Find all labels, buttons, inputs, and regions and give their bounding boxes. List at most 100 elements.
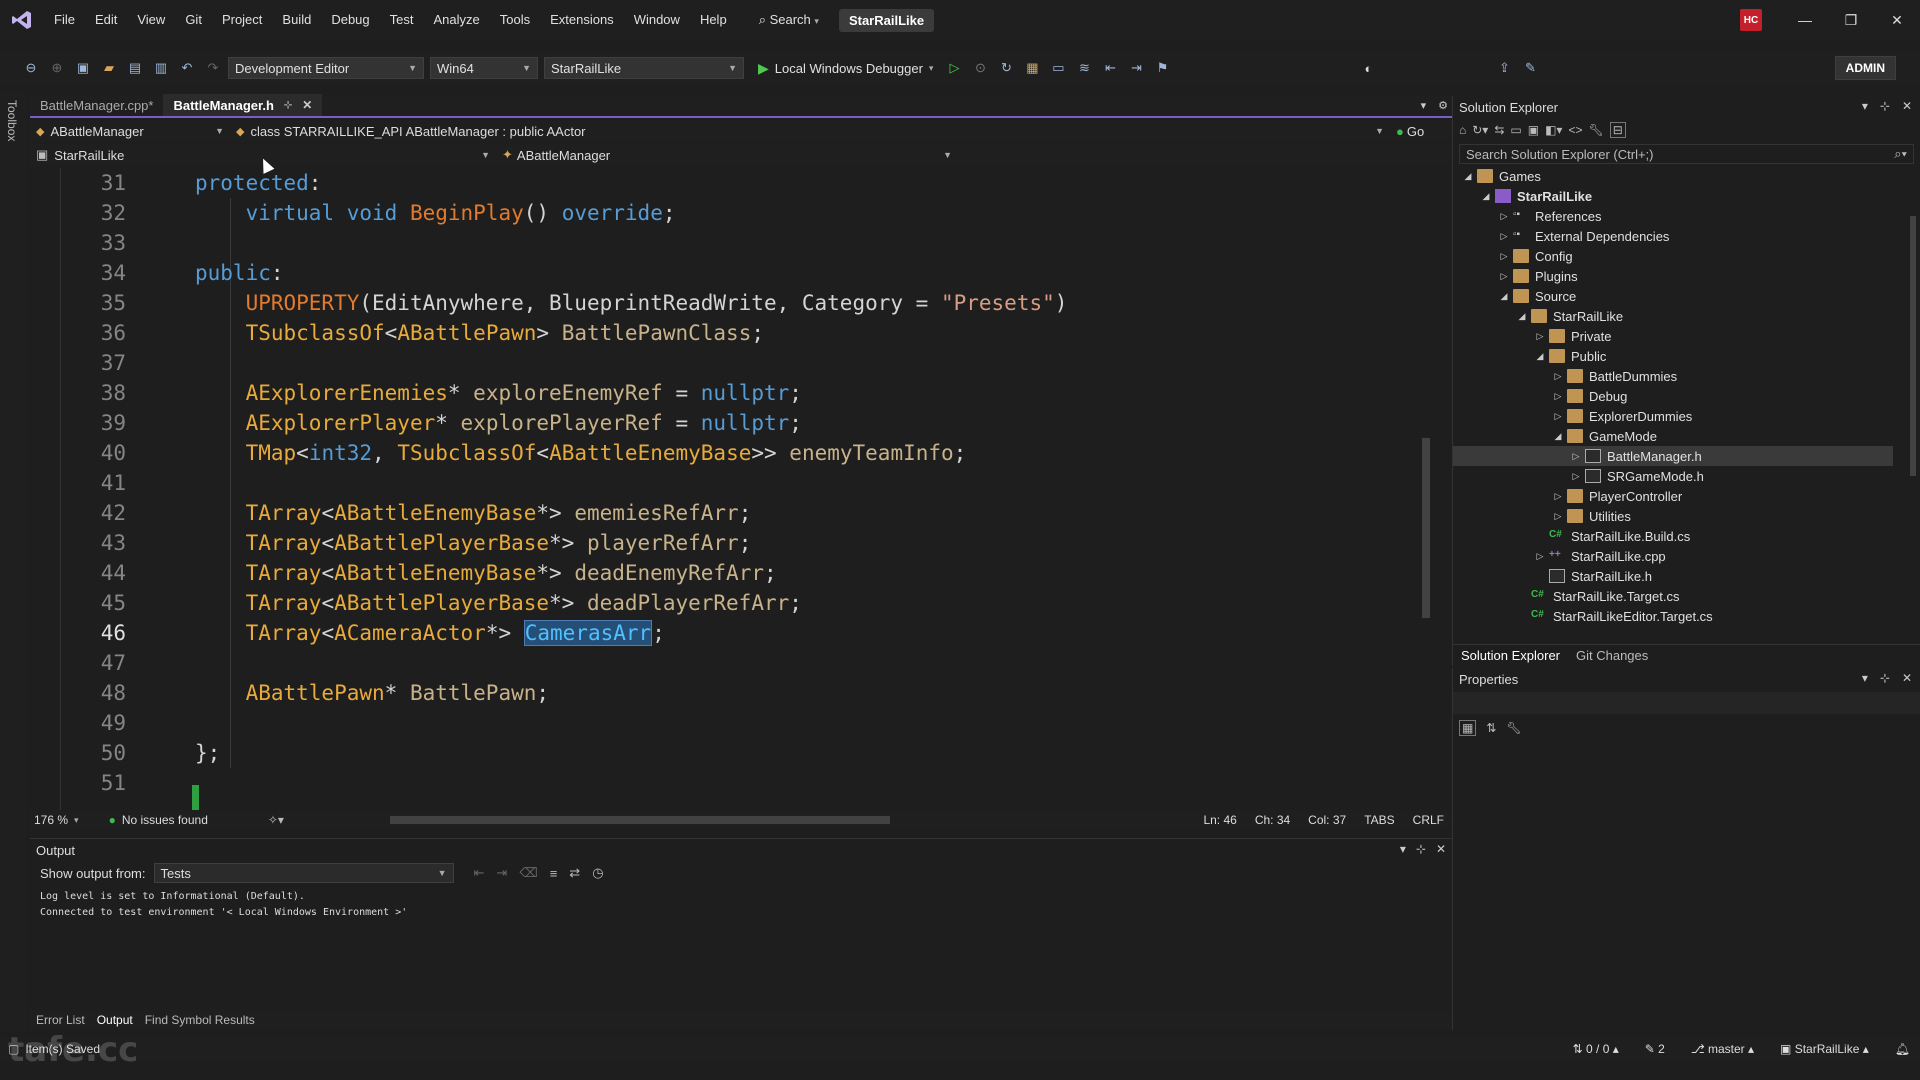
code-cleanup-icon[interactable]: ✧▾: [268, 813, 284, 827]
tab-solution-explorer[interactable]: Solution Explorer: [1453, 648, 1568, 663]
scrollbar-thumb[interactable]: [1910, 216, 1916, 476]
code-editor[interactable]: 31 protected: 32 virtual void BeginPlay() …: [30, 168, 1434, 810]
switch-views-icon[interactable]: ⇆: [1494, 123, 1504, 137]
home-icon[interactable]: ⌂: [1459, 123, 1466, 137]
tree-item[interactable]: ◢ Games: [1453, 166, 1893, 186]
menu-extensions[interactable]: Extensions: [540, 0, 624, 40]
collapsed-arrow-icon[interactable]: ▷: [1533, 551, 1547, 562]
collapsed-arrow-icon[interactable]: ▷: [1497, 231, 1511, 242]
bookmark-icon[interactable]: ⚑: [1151, 57, 1173, 79]
code-line[interactable]: 45 TArray<ABattlePlayerBase*> deadPlayer…: [30, 588, 1434, 618]
tree-item[interactable]: ▷ Utilities: [1453, 506, 1893, 526]
code-line[interactable]: 43 TArray<ABattlePlayerBase*> playerRefA…: [30, 528, 1434, 558]
menu-analyze[interactable]: Analyze: [423, 0, 489, 40]
tab-find-symbol-results[interactable]: Find Symbol Results: [139, 1013, 261, 1027]
browser-link-icon[interactable]: ▦: [1021, 57, 1043, 79]
tree-item[interactable]: ▷ ▫▪ References: [1453, 206, 1893, 226]
word-wrap-icon[interactable]: ≡: [550, 866, 558, 881]
tree-item[interactable]: ◢ Source: [1453, 286, 1893, 306]
expanded-arrow-icon[interactable]: ◢: [1461, 171, 1475, 182]
tree-item[interactable]: ▷ ▫▪ External Dependencies: [1453, 226, 1893, 246]
collapse-all-icon[interactable]: ▭: [1510, 123, 1521, 137]
avatar[interactable]: HC: [1740, 9, 1762, 31]
scrollbar-thumb[interactable]: [1422, 438, 1430, 618]
edits-indicator[interactable]: ✎ 2: [1645, 1042, 1665, 1056]
scope-combo[interactable]: ◆ class STARRAILLIKE_API ABattleManager …: [230, 121, 1390, 141]
close-icon[interactable]: ✕: [1874, 0, 1920, 40]
open-folder-icon[interactable]: ▰: [98, 57, 120, 79]
close-icon[interactable]: ✕: [1436, 842, 1446, 856]
chevron-down-icon[interactable]: ▾: [1421, 99, 1427, 112]
tree-item[interactable]: ▷ SRGameMode.h: [1453, 466, 1893, 486]
properties-object-combo[interactable]: [1453, 692, 1920, 714]
find-next-icon[interactable]: ⇥: [496, 865, 507, 881]
code-line[interactable]: 44 TArray<ABattleEnemyBase*> deadEnemyRe…: [30, 558, 1434, 588]
tree-item[interactable]: ◢ StarRailLike: [1453, 306, 1893, 326]
code-line[interactable]: 36 TSubclassOf<ABattlePawn> BattlePawnCl…: [30, 318, 1434, 348]
refresh-icon[interactable]: ↻: [995, 57, 1017, 79]
collapsed-arrow-icon[interactable]: ▷: [1569, 451, 1583, 462]
alphabetical-icon[interactable]: ⇅: [1486, 721, 1496, 735]
redo-icon[interactable]: ↷: [202, 57, 224, 79]
properties-icon[interactable]: 🔧︎: [1588, 123, 1603, 137]
solution-explorer-search[interactable]: Search Solution Explorer (Ctrl+;) ⌕▾: [1459, 144, 1914, 164]
close-icon[interactable]: ✕: [1902, 671, 1912, 685]
live-share-icon[interactable]: ⇪: [1493, 57, 1515, 79]
start-debugging-button[interactable]: ▶ Local Windows Debugger ▾: [758, 60, 933, 77]
collapsed-arrow-icon[interactable]: ▷: [1551, 391, 1565, 402]
layout-icon[interactable]: ▭: [1047, 57, 1069, 79]
chevron-down-icon[interactable]: ▾: [1862, 671, 1868, 685]
preview-icon[interactable]: ⊟: [1609, 122, 1626, 138]
expanded-arrow-icon[interactable]: ◢: [1515, 311, 1529, 322]
menu-tools[interactable]: Tools: [490, 0, 540, 40]
code-line[interactable]: 40 TMap<int32, TSubclassOf<ABattleEnemyB…: [30, 438, 1434, 468]
save-all-icon[interactable]: ▥: [150, 57, 172, 79]
branch-indicator[interactable]: ⎇ master ▴: [1691, 1042, 1754, 1056]
toolbox-tab[interactable]: Toolbox: [5, 100, 19, 141]
code-line[interactable]: 34 public:: [30, 258, 1434, 288]
search-menu[interactable]: ⌕ Search ▾: [749, 12, 829, 28]
save-icon[interactable]: ▤: [124, 57, 146, 79]
code-line[interactable]: 42 TArray<ABattleEnemyBase*> ememiesRefA…: [30, 498, 1434, 528]
zoom-level[interactable]: 176 %: [34, 813, 68, 827]
chevron-down-icon[interactable]: ▾: [1400, 842, 1406, 856]
code-line[interactable]: 49: [30, 708, 1434, 738]
collapsed-arrow-icon[interactable]: ▷: [1497, 271, 1511, 282]
tree-item[interactable]: ▷ Debug: [1453, 386, 1893, 406]
solution-platform-combo[interactable]: Win64 ▼: [430, 57, 538, 79]
menu-help[interactable]: Help: [690, 0, 737, 40]
code-line[interactable]: 33: [30, 228, 1434, 258]
pin-icon[interactable]: ⊹: [284, 100, 292, 111]
tab-git-changes[interactable]: Git Changes: [1568, 648, 1656, 663]
line-ending[interactable]: CRLF: [1413, 813, 1444, 827]
menu-build[interactable]: Build: [272, 0, 321, 40]
menu-view[interactable]: View: [127, 0, 175, 40]
tree-item[interactable]: ▷ BattleManager.h: [1453, 446, 1893, 466]
show-all-files-icon[interactable]: ▣: [1528, 123, 1539, 137]
close-icon[interactable]: ✕: [1902, 99, 1912, 113]
tree-item[interactable]: ▷ ++ StarRailLike.cpp: [1453, 546, 1893, 566]
menu-debug[interactable]: Debug: [321, 0, 379, 40]
theme-icon[interactable]: ◐: [1357, 57, 1379, 79]
notifications-icon[interactable]: 🔔︎: [1895, 1042, 1910, 1056]
go-button[interactable]: ● Go: [1390, 121, 1430, 141]
indent-icon[interactable]: ⇤: [1099, 57, 1121, 79]
attach-icon[interactable]: ⊙: [969, 57, 991, 79]
collapsed-arrow-icon[interactable]: ▷: [1551, 491, 1565, 502]
feedback-icon[interactable]: ✎: [1519, 57, 1541, 79]
vertical-scrollbar[interactable]: [1418, 168, 1434, 810]
admin-button[interactable]: ADMIN: [1834, 56, 1896, 80]
code-line[interactable]: 51: [30, 768, 1434, 798]
visual-studio-logo-icon[interactable]: [8, 6, 36, 34]
pin-icon[interactable]: ⊹: [1416, 842, 1426, 856]
line-number[interactable]: Ln: 46: [1203, 813, 1236, 827]
tree-item[interactable]: ▷ Private: [1453, 326, 1893, 346]
tab-error-list[interactable]: Error List: [30, 1013, 91, 1027]
toggle-icon[interactable]: ⇄: [569, 865, 580, 881]
tree-item[interactable]: C# StarRailLike.Build.cs: [1453, 526, 1893, 546]
comment-icon[interactable]: ≋: [1073, 57, 1095, 79]
code-line[interactable]: 31 protected:: [30, 168, 1434, 198]
chevron-down-icon[interactable]: ▾: [1862, 99, 1868, 113]
menu-project[interactable]: Project: [212, 0, 272, 40]
close-tab-icon[interactable]: ✕: [302, 98, 312, 112]
